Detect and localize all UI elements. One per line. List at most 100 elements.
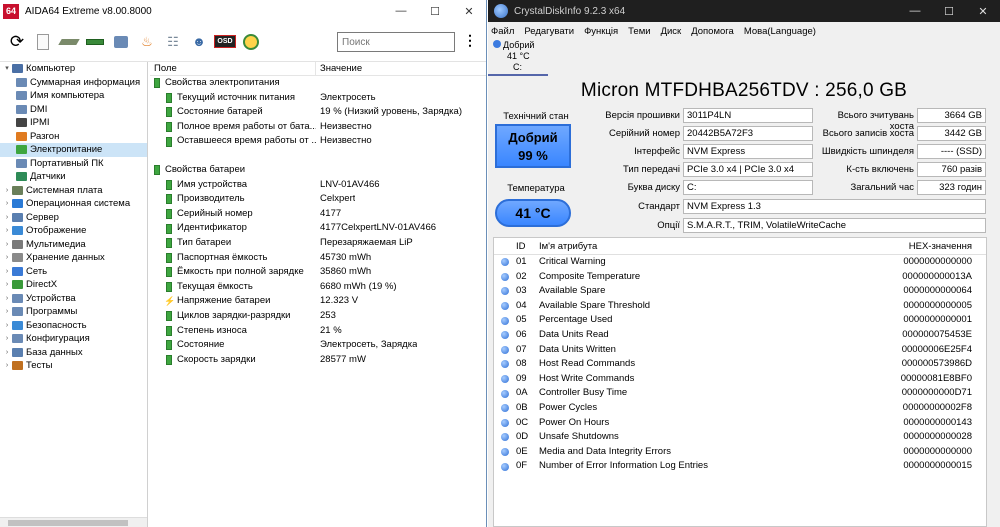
- smart-row[interactable]: 0D Unsafe Shutdowns 0000000000028: [494, 430, 986, 445]
- chevron-right-icon[interactable]: ›: [2, 292, 12, 306]
- property-row[interactable]: Ёмкость при полной зарядке 35860 mWh: [150, 265, 486, 280]
- smart-row[interactable]: 03 Available Spare 0000000000064: [494, 284, 986, 299]
- tree-item[interactable]: › Отображение: [0, 224, 147, 238]
- tree-item[interactable]: Разгон: [0, 130, 147, 144]
- property-row[interactable]: Тип батареи Перезаряжаемая LiP: [150, 236, 486, 251]
- tree-item[interactable]: › Конфигурация: [0, 332, 147, 346]
- menu-item[interactable]: Диск: [661, 26, 682, 38]
- menu-item[interactable]: Редагувати: [524, 26, 574, 38]
- search-input[interactable]: [337, 32, 455, 52]
- property-row[interactable]: Состояние Электросеть, Зарядка: [150, 338, 486, 353]
- chevron-right-icon[interactable]: ›: [2, 346, 12, 360]
- property-row[interactable]: Текущая ёмкость 6680 mWh (19 %): [150, 280, 486, 295]
- tree-item[interactable]: DMI: [0, 103, 147, 117]
- column-header-name[interactable]: Ім'я атрибута: [539, 238, 839, 254]
- property-row[interactable]: Текущий источник питания Электросеть: [150, 91, 486, 106]
- tree-item[interactable]: Имя компьютера: [0, 89, 147, 103]
- smart-row[interactable]: 0E Media and Data Integrity Errors 0000000…: [494, 445, 986, 460]
- close-button[interactable]: ✕: [966, 0, 1000, 22]
- column-header-hex[interactable]: HEX-значення: [839, 238, 986, 254]
- more-options-icon[interactable]: ⋮: [463, 32, 477, 49]
- disk-status-tab[interactable]: Добрий 41 °C C:: [488, 40, 548, 76]
- property-row[interactable]: Степень износа 21 %: [150, 324, 486, 339]
- menu-item[interactable]: Функція: [584, 26, 618, 38]
- tree-item[interactable]: IPMI: [0, 116, 147, 130]
- smart-row[interactable]: 01 Critical Warning 0000000000000: [494, 255, 986, 270]
- tree-item[interactable]: › Сервер: [0, 211, 147, 225]
- maximize-button[interactable]: ☐: [418, 0, 452, 22]
- smart-row[interactable]: 07 Data Units Written 00000006E25F4: [494, 342, 986, 358]
- tree-item[interactable]: › Программы: [0, 305, 147, 319]
- tree-item[interactable]: Датчики: [0, 170, 147, 184]
- tree-item[interactable]: Портативный ПК: [0, 157, 147, 171]
- scrollbar-thumb[interactable]: [8, 520, 128, 526]
- smart-row[interactable]: 0F Number of Error Information Log Entrie…: [494, 459, 986, 474]
- menu-item[interactable]: Теми: [628, 26, 650, 38]
- maximize-button[interactable]: ☐: [932, 0, 966, 22]
- property-row[interactable]: Паспортная ёмкость 45730 mWh: [150, 251, 486, 266]
- smart-row[interactable]: 09 Host Write Commands 00000081E8BF0: [494, 371, 986, 387]
- chevron-down-icon[interactable]: ▾: [2, 62, 12, 76]
- column-header-id[interactable]: ID: [516, 238, 539, 254]
- smart-row[interactable]: 0C Power On Hours 0000000000143: [494, 416, 986, 431]
- tree-item[interactable]: › Системная плата: [0, 184, 147, 198]
- property-row[interactable]: Идентификатор 4177CelxpertLNV-01AV466: [150, 221, 486, 236]
- tree-item[interactable]: › Тесты: [0, 359, 147, 373]
- motherboard-icon[interactable]: [58, 31, 80, 53]
- chevron-right-icon[interactable]: ›: [2, 332, 12, 346]
- property-row[interactable]: Скорость зарядки 28577 mW: [150, 353, 486, 368]
- chevron-right-icon[interactable]: ›: [2, 197, 12, 211]
- tree-item[interactable]: › Хранение данных: [0, 251, 147, 265]
- property-row[interactable]: Состояние батарей 19 % (Низкий уровень, З…: [150, 105, 486, 120]
- osd-icon[interactable]: OSD: [214, 31, 236, 53]
- tree-item[interactable]: Суммарная информация: [0, 76, 147, 90]
- smart-row[interactable]: 0A Controller Busy Time 0000000000D71: [494, 386, 986, 401]
- gauge-icon[interactable]: [240, 31, 262, 53]
- smart-row[interactable]: 05 Percentage Used 0000000000001: [494, 313, 986, 328]
- chevron-right-icon[interactable]: ›: [2, 224, 12, 238]
- network-icon[interactable]: [110, 31, 132, 53]
- tree-item[interactable]: Электропитание: [0, 143, 147, 157]
- chevron-right-icon[interactable]: ›: [2, 265, 12, 279]
- network-tree-icon[interactable]: ☷: [162, 31, 184, 53]
- smart-row[interactable]: 0B Power Cycles 00000000002F8: [494, 400, 986, 416]
- tree-horizontal-scrollbar[interactable]: [0, 517, 147, 527]
- chevron-right-icon[interactable]: ›: [2, 238, 12, 252]
- chevron-right-icon[interactable]: ›: [2, 211, 12, 225]
- menu-item[interactable]: Допомога: [691, 26, 734, 38]
- tree-item[interactable]: › DirectX: [0, 278, 147, 292]
- column-header-field[interactable]: Поле: [150, 62, 316, 75]
- tree-item[interactable]: › Безопасность: [0, 319, 147, 333]
- chevron-right-icon[interactable]: ›: [2, 278, 12, 292]
- flame-icon[interactable]: ♨: [136, 31, 158, 53]
- chevron-right-icon[interactable]: ›: [2, 359, 12, 373]
- smart-row[interactable]: 02 Composite Temperature 000000000013A: [494, 270, 986, 285]
- temperature-button[interactable]: 41 °C: [495, 199, 571, 227]
- refresh-icon[interactable]: ⟳: [6, 31, 28, 53]
- column-header-value[interactable]: Значение: [316, 62, 362, 75]
- memory-icon[interactable]: [84, 31, 106, 53]
- property-row[interactable]: Циклов зарядки-разрядки 253: [150, 309, 486, 324]
- minimize-button[interactable]: —: [384, 0, 418, 22]
- health-status-button[interactable]: Добрий 99 %: [495, 124, 571, 168]
- property-row[interactable]: Производитель Celxpert: [150, 192, 486, 207]
- menu-item[interactable]: Файл: [491, 26, 514, 38]
- smart-row[interactable]: 06 Data Units Read 000000075453E: [494, 328, 986, 343]
- chevron-right-icon[interactable]: ›: [2, 319, 12, 333]
- smart-row[interactable]: 08 Host Read Commands 000000573986D: [494, 357, 986, 372]
- user-icon[interactable]: ☻: [188, 31, 210, 53]
- tree-item[interactable]: › Мультимедиа: [0, 238, 147, 252]
- smart-row[interactable]: 04 Available Spare Threshold 0000000000005: [494, 299, 986, 314]
- tree-item[interactable]: › База данных: [0, 346, 147, 360]
- property-row[interactable]: ⚡ Напряжение батареи 12.323 V: [150, 294, 486, 309]
- minimize-button[interactable]: —: [898, 0, 932, 22]
- chevron-right-icon[interactable]: ›: [2, 251, 12, 265]
- tree-item[interactable]: › Сеть: [0, 265, 147, 279]
- chevron-right-icon[interactable]: ›: [2, 184, 12, 198]
- tree-item[interactable]: ▾ Компьютер: [0, 62, 147, 76]
- tree-item[interactable]: › Операционная система: [0, 197, 147, 211]
- menu-item[interactable]: Мова(Language): [744, 26, 816, 38]
- property-row[interactable]: Имя устройства LNV-01AV466: [150, 178, 486, 193]
- property-row[interactable]: Серийный номер 4177: [150, 207, 486, 222]
- chevron-right-icon[interactable]: ›: [2, 305, 12, 319]
